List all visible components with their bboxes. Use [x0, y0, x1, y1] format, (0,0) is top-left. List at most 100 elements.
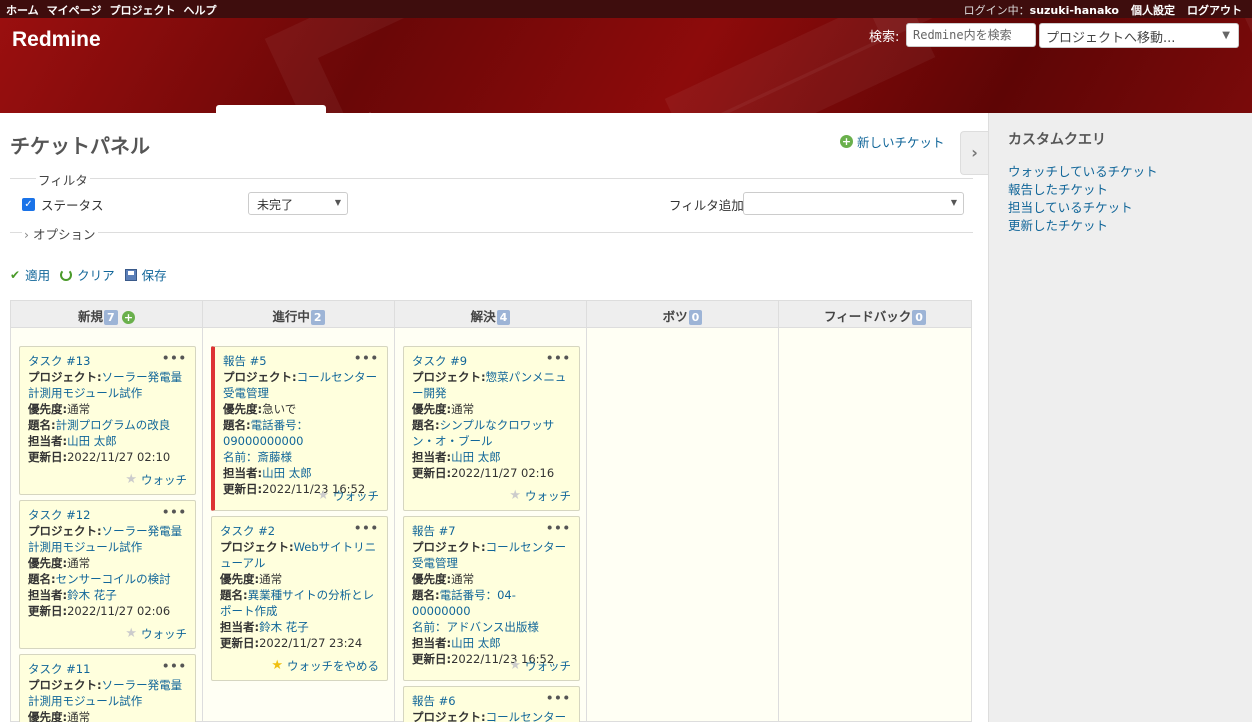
options-fieldset	[10, 232, 973, 233]
search-input[interactable]: Redmine内を検索	[906, 23, 1036, 47]
add-icon: +	[840, 135, 853, 148]
more-icon[interactable]: •••	[162, 504, 187, 520]
search-label: 検索:	[869, 30, 900, 45]
field-label: 優先度:	[28, 710, 68, 722]
clear-button[interactable]: クリア	[60, 265, 115, 284]
apply-button[interactable]: ✔ 適用	[10, 265, 50, 284]
menu-help-link[interactable]: ヘルプ	[183, 2, 216, 18]
more-icon[interactable]: •••	[162, 658, 187, 674]
tab-gantt[interactable]: ガントチャート	[398, 105, 507, 113]
more-icon[interactable]: •••	[546, 690, 571, 706]
field-label: 優先度:	[28, 556, 68, 570]
status-operator-value: 未完了	[257, 198, 294, 212]
column-header: 進行中 2	[203, 301, 394, 328]
tab-activity[interactable]: 活動	[97, 105, 144, 113]
column-count: 0	[912, 310, 926, 325]
filter-legend[interactable]: フィルタ	[36, 170, 90, 189]
issue-card[interactable]: ••• タスク #9 プロジェクト:惣菜パンメニュー開発 優先度:通常 題名:シ…	[403, 346, 580, 511]
status-checkbox[interactable]: ✓	[22, 198, 35, 211]
issue-link[interactable]: タスク #9	[412, 354, 467, 368]
tab-news[interactable]: ニュース	[591, 105, 662, 113]
issue-card[interactable]: ••• タスク #11 プロジェクト:ソーラー発電量計測用モジュール試作 優先度…	[19, 654, 196, 722]
watch-button[interactable]: ★ ウォッチ	[125, 472, 187, 488]
subject-link[interactable]: 計測プログラムの改良	[56, 418, 171, 432]
more-icon[interactable]: •••	[546, 520, 571, 536]
watch-button[interactable]: ★ ウォッチ	[317, 488, 379, 504]
issue-card[interactable]: ••• 報告 #5 プロジェクト:コールセンター受電管理 優先度:急いで 題名:…	[211, 346, 388, 511]
column-count: 0	[688, 310, 703, 325]
issue-card[interactable]: ••• 報告 #6 プロジェクト:コールセンター受電管理	[403, 686, 580, 722]
issue-card[interactable]: ••• タスク #2 プロジェクト:Webサイトリニューアル 優先度:通常 題名…	[211, 516, 388, 681]
menu-home-link[interactable]: ホーム	[6, 2, 39, 18]
subject-link[interactable]: 名前：斎藤様	[223, 450, 292, 464]
issue-card[interactable]: ••• 報告 #7 プロジェクト:コールセンター受電管理 優先度:通常 題名:電…	[403, 516, 580, 681]
more-icon[interactable]: •••	[546, 350, 571, 366]
login-label: ログイン中：	[963, 4, 1030, 17]
field-label: プロジェクト:	[28, 678, 102, 692]
field-label: 更新日:	[223, 482, 263, 496]
field-label: プロジェクト:	[412, 370, 486, 384]
save-button[interactable]: 保存	[124, 265, 167, 284]
options-legend[interactable]: › オプション	[22, 224, 98, 243]
field-label: プロジェクト:	[220, 540, 294, 554]
field-label: 更新日:	[220, 636, 260, 650]
menu-projects-link[interactable]: プロジェクト	[109, 2, 175, 18]
priority-value: 通常	[451, 402, 475, 416]
field-label: 優先度:	[220, 572, 260, 586]
subject-link[interactable]: 名前：アドバンス出版様	[412, 620, 539, 634]
query-link-updated[interactable]: 更新したチケット	[1008, 218, 1108, 233]
subject-link[interactable]: センサーコイルの検討	[56, 572, 171, 586]
tab-projects[interactable]: プロジェクト	[0, 105, 97, 113]
more-icon[interactable]: •••	[354, 520, 379, 536]
field-label: 題名:	[28, 418, 56, 432]
add-icon[interactable]: +	[122, 311, 136, 324]
field-label: 題名:	[412, 588, 440, 602]
query-link-reported[interactable]: 報告したチケット	[1008, 182, 1108, 197]
new-ticket-link[interactable]: + 新しいチケット	[840, 132, 945, 151]
column-header: ボツ 0	[587, 301, 778, 328]
site-title[interactable]: Redmine	[12, 28, 101, 52]
column-feedback: フィードバック 0	[779, 301, 971, 722]
logout-link[interactable]: ログアウト	[1187, 2, 1242, 18]
issue-card[interactable]: ••• タスク #12 プロジェクト:ソーラー発電量計測用モジュール試作 優先度…	[19, 500, 196, 649]
issue-link[interactable]: 報告 #5	[223, 354, 267, 368]
star-icon: ★	[125, 472, 137, 487]
tab-calendar[interactable]: カレンダー	[507, 105, 592, 113]
project-jump-select[interactable]: プロジェクトへ移動... ▼	[1039, 23, 1239, 48]
issue-link[interactable]: タスク #13	[28, 354, 90, 368]
tab-time-entries[interactable]: 作業時間	[326, 105, 398, 113]
watch-button[interactable]: ★ ウォッチ	[125, 626, 187, 642]
query-link-assigned[interactable]: 担当しているチケット	[1008, 200, 1133, 215]
assignee-link[interactable]: 山田 太郎	[67, 434, 117, 448]
more-icon[interactable]: •••	[162, 350, 187, 366]
field-label: 担当者:	[412, 450, 452, 464]
assignee-link[interactable]: 鈴木 花子	[259, 620, 309, 634]
menu-mypage-link[interactable]: マイページ	[47, 2, 102, 18]
main-menu: プロジェクト 活動 チケット チケットパネル 作業時間 ガントチャート カレンダ…	[0, 105, 663, 113]
user-link[interactable]: suzuki-hanako	[1030, 4, 1119, 17]
watch-button[interactable]: ★ ウォッチ	[509, 658, 571, 674]
filter-add-select[interactable]: ▼	[743, 192, 964, 215]
field-label: プロジェクト:	[412, 540, 486, 554]
more-icon[interactable]: •••	[354, 350, 379, 366]
tab-issue-panel[interactable]: チケットパネル	[216, 105, 326, 113]
status-operator-select[interactable]: 未完了 ▼	[248, 192, 348, 215]
chevron-right-icon: ›	[24, 227, 33, 242]
issue-link[interactable]: 報告 #6	[412, 694, 456, 708]
query-link-watched[interactable]: ウォッチしているチケット	[1008, 164, 1158, 179]
field-label: 題名:	[412, 418, 440, 432]
issue-link[interactable]: タスク #2	[220, 524, 275, 538]
sidebar-toggle-button[interactable]: ›	[960, 131, 988, 175]
issue-link[interactable]: タスク #12	[28, 508, 90, 522]
assignee-link[interactable]: 山田 太郎	[451, 636, 501, 650]
my-account-link[interactable]: 個人設定	[1131, 2, 1175, 18]
assignee-link[interactable]: 山田 太郎	[262, 466, 312, 480]
issue-card[interactable]: ••• タスク #13 プロジェクト:ソーラー発電量計測用モジュール試作 優先度…	[19, 346, 196, 495]
issue-link[interactable]: 報告 #7	[412, 524, 456, 538]
assignee-link[interactable]: 山田 太郎	[451, 450, 501, 464]
watch-button[interactable]: ★ ウォッチ	[509, 488, 571, 504]
tab-issues[interactable]: チケット	[144, 105, 216, 113]
unwatch-button[interactable]: ★ ウォッチをやめる	[271, 658, 379, 674]
issue-link[interactable]: タスク #11	[28, 662, 90, 676]
assignee-link[interactable]: 鈴木 花子	[67, 588, 117, 602]
